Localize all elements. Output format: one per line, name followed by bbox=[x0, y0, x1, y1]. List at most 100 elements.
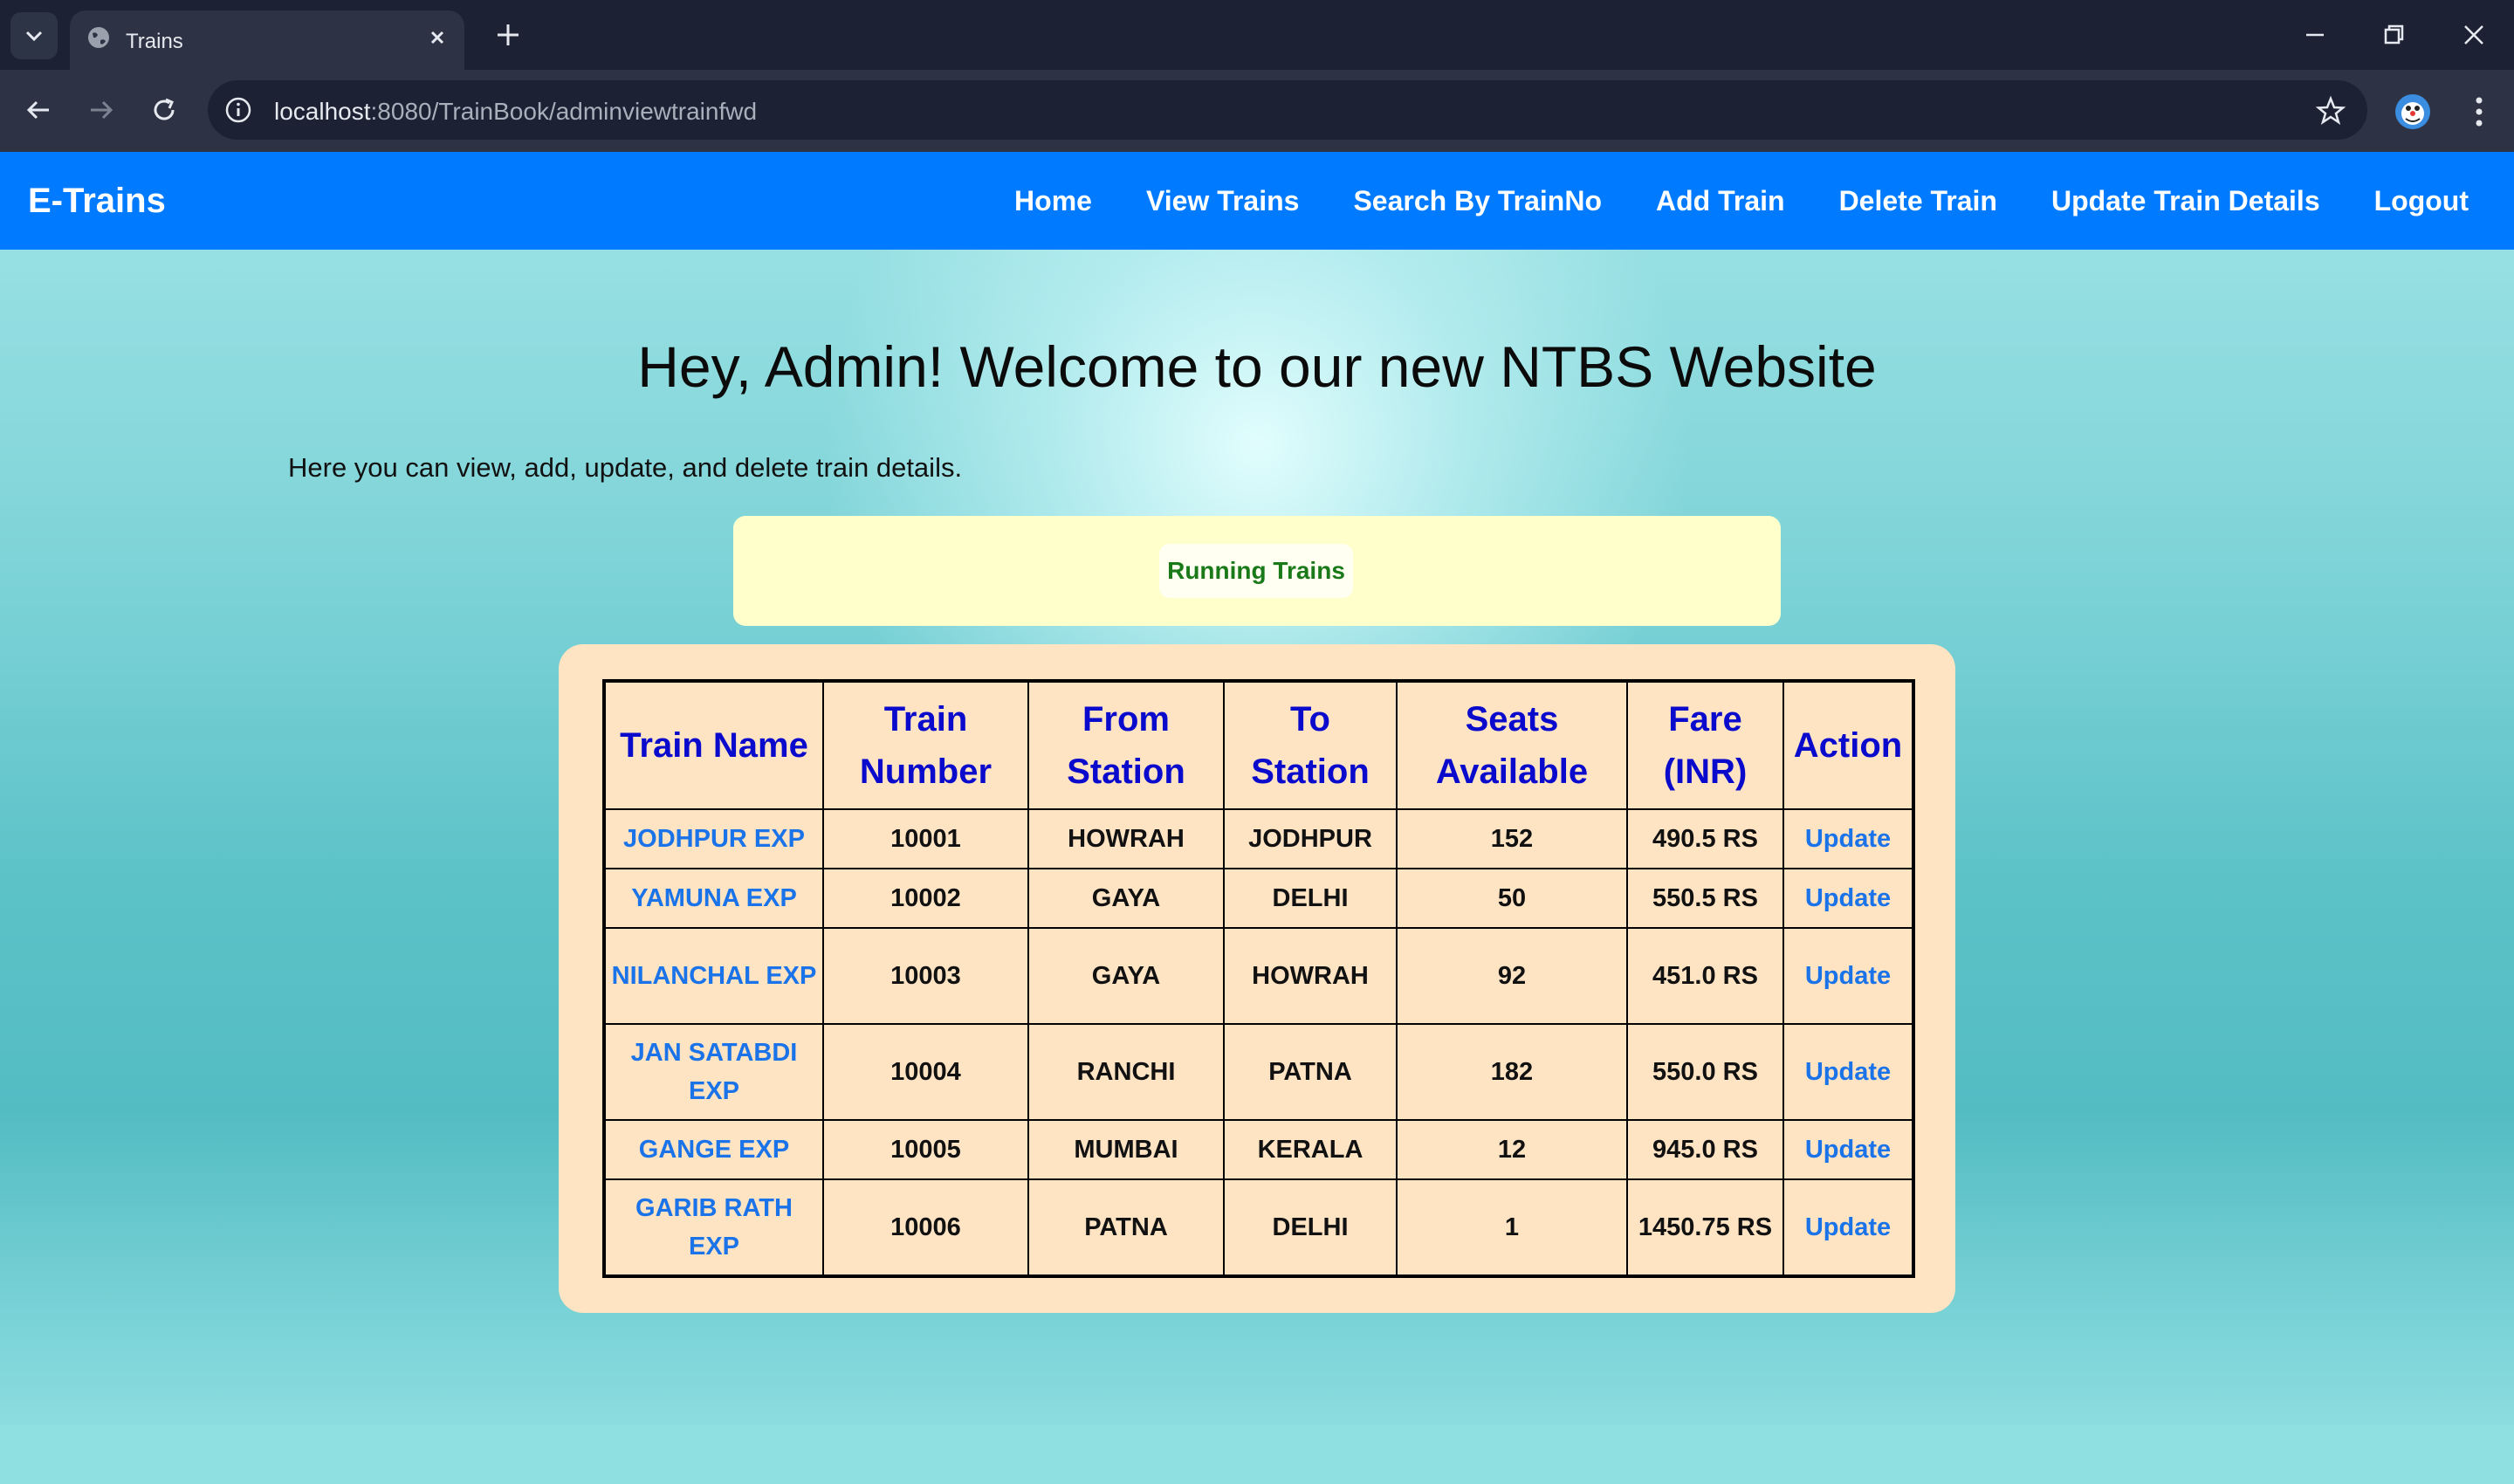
nav-links: Home View Trains Search By TrainNo Add T… bbox=[1014, 152, 2469, 250]
header-seats-available: Seats Available bbox=[1396, 680, 1628, 810]
update-link[interactable]: Update bbox=[1805, 884, 1891, 912]
site-info-icon[interactable] bbox=[223, 95, 253, 125]
cell-fare: 550.5 RS bbox=[1626, 868, 1784, 929]
intro-text: Here you can view, add, update, and dele… bbox=[288, 452, 963, 483]
page-title: Hey, Admin! Welcome to our new NTBS Webs… bbox=[637, 334, 1877, 399]
table-row: GARIB RATH EXP 10006 PATNA DELHI 1 1450.… bbox=[603, 1178, 1914, 1277]
globe-icon bbox=[88, 27, 109, 48]
cell-train-number: 10004 bbox=[822, 1023, 1029, 1121]
window-close-icon[interactable] bbox=[2456, 17, 2491, 52]
nav-delete-train[interactable]: Delete Train bbox=[1839, 185, 1997, 217]
cell-train-name: GARIB RATH EXP bbox=[603, 1178, 824, 1277]
cell-from-station: GAYA bbox=[1027, 868, 1225, 929]
restore-icon[interactable] bbox=[2376, 17, 2411, 52]
header-from-station: From Station bbox=[1027, 680, 1225, 810]
header-train-name: Train Name bbox=[603, 680, 824, 810]
forward-arrow-icon[interactable] bbox=[84, 93, 119, 127]
table-row: YAMUNA EXP 10002 GAYA DELHI 50 550.5 RS … bbox=[603, 868, 1914, 929]
site-navbar: E-Trains Home View Trains Search By Trai… bbox=[0, 152, 2514, 250]
cell-seats: 92 bbox=[1396, 927, 1628, 1025]
header-fare: Fare (INR) bbox=[1626, 680, 1784, 810]
header-action: Action bbox=[1782, 680, 1914, 810]
cell-from-station: PATNA bbox=[1027, 1178, 1225, 1277]
cell-from-station: HOWRAH bbox=[1027, 808, 1225, 869]
url-text: localhost:8080/TrainBook/adminviewtrainf… bbox=[274, 98, 758, 125]
cell-action: Update bbox=[1782, 1119, 1914, 1180]
page-bottom-band bbox=[0, 1425, 2514, 1484]
cell-action: Update bbox=[1782, 927, 1914, 1025]
cell-fare: 945.0 RS bbox=[1626, 1119, 1784, 1180]
profile-avatar-icon[interactable] bbox=[2394, 93, 2432, 131]
cell-fare: 451.0 RS bbox=[1626, 927, 1784, 1025]
cell-action: Update bbox=[1782, 1178, 1914, 1277]
browser-toolbar: localhost:8080/TrainBook/adminviewtrainf… bbox=[0, 70, 2514, 152]
new-tab-plus-icon[interactable] bbox=[492, 19, 524, 51]
update-link[interactable]: Update bbox=[1805, 962, 1891, 990]
bookmark-star-icon[interactable] bbox=[2315, 95, 2346, 127]
table-header-row: Train Name Train Number From Station To Sta… bbox=[603, 680, 1914, 810]
update-link[interactable]: Update bbox=[1805, 1213, 1891, 1241]
cell-from-station: RANCHI bbox=[1027, 1023, 1225, 1121]
nav-view-trains[interactable]: View Trains bbox=[1146, 185, 1300, 217]
cell-action: Update bbox=[1782, 1023, 1914, 1121]
table-row: JAN SATABDI EXP 10004 RANCHI PATNA 182 5… bbox=[603, 1023, 1914, 1121]
table-row: NILANCHAL EXP 10003 GAYA HOWRAH 92 451.0… bbox=[603, 927, 1914, 1025]
nav-home[interactable]: Home bbox=[1014, 185, 1092, 217]
cell-to-station: DELHI bbox=[1223, 868, 1398, 929]
update-link[interactable]: Update bbox=[1805, 825, 1891, 853]
cell-train-number: 10002 bbox=[822, 868, 1029, 929]
cell-action: Update bbox=[1782, 868, 1914, 929]
cell-fare: 490.5 RS bbox=[1626, 808, 1784, 869]
cell-train-number: 10006 bbox=[822, 1178, 1029, 1277]
cell-train-name: NILANCHAL EXP bbox=[603, 927, 824, 1025]
cell-from-station: GAYA bbox=[1027, 927, 1225, 1025]
cell-seats: 1 bbox=[1396, 1178, 1628, 1277]
close-icon[interactable] bbox=[424, 24, 450, 51]
cell-fare: 550.0 RS bbox=[1626, 1023, 1784, 1121]
cell-seats: 152 bbox=[1396, 808, 1628, 869]
browser-menu-icon[interactable] bbox=[2462, 93, 2497, 131]
minimize-icon[interactable] bbox=[2298, 17, 2332, 52]
back-arrow-icon[interactable] bbox=[21, 93, 56, 127]
cell-train-name: JODHPUR EXP bbox=[603, 808, 824, 869]
table-row: GANGE EXP 10005 MUMBAI KERALA 12 945.0 R… bbox=[603, 1119, 1914, 1180]
cell-seats: 50 bbox=[1396, 868, 1628, 929]
nav-logout[interactable]: Logout bbox=[2374, 185, 2469, 217]
update-link[interactable]: Update bbox=[1805, 1136, 1891, 1164]
browser-tab[interactable]: Trains bbox=[70, 10, 464, 70]
cell-train-number: 10003 bbox=[822, 927, 1029, 1025]
table-row: JODHPUR EXP 10001 HOWRAH JODHPUR 152 490… bbox=[603, 808, 1914, 869]
reload-icon[interactable] bbox=[147, 93, 182, 127]
running-trains-label: Running Trains bbox=[1159, 544, 1353, 598]
header-train-number: Train Number bbox=[822, 680, 1029, 810]
cell-fare: 1450.75 RS bbox=[1626, 1178, 1784, 1277]
trains-table-card: Train Name Train Number From Station To Sta… bbox=[559, 644, 1955, 1313]
cell-to-station: PATNA bbox=[1223, 1023, 1398, 1121]
cell-train-number: 10005 bbox=[822, 1119, 1029, 1180]
cell-train-number: 10001 bbox=[822, 808, 1029, 869]
cell-train-name: GANGE EXP bbox=[603, 1119, 824, 1180]
tab-title: Trains bbox=[126, 30, 183, 53]
cell-seats: 182 bbox=[1396, 1023, 1628, 1121]
cell-seats: 12 bbox=[1396, 1119, 1628, 1180]
tab-search-chevron-icon[interactable] bbox=[10, 12, 58, 59]
cell-to-station: JODHPUR bbox=[1223, 808, 1398, 869]
cell-train-name: JAN SATABDI EXP bbox=[603, 1023, 824, 1121]
browser-tabstrip: Trains bbox=[0, 0, 2514, 70]
cell-train-name: YAMUNA EXP bbox=[603, 868, 824, 929]
page-content: E-Trains Home View Trains Search By Trai… bbox=[0, 152, 2514, 1484]
cell-action: Update bbox=[1782, 808, 1914, 869]
address-bar[interactable]: localhost:8080/TrainBook/adminviewtrainf… bbox=[208, 80, 2367, 140]
cell-to-station: DELHI bbox=[1223, 1178, 1398, 1277]
header-to-station: To Station bbox=[1223, 680, 1398, 810]
running-trains-banner: Running Trains bbox=[733, 516, 1781, 626]
cell-to-station: KERALA bbox=[1223, 1119, 1398, 1180]
nav-search-by-trainno[interactable]: Search By TrainNo bbox=[1353, 185, 1602, 217]
trains-table: Train Name Train Number From Station To Sta… bbox=[602, 679, 1915, 1278]
cell-from-station: MUMBAI bbox=[1027, 1119, 1225, 1180]
cell-to-station: HOWRAH bbox=[1223, 927, 1398, 1025]
nav-update-train-details[interactable]: Update Train Details bbox=[2051, 185, 2320, 217]
brand-logo-link[interactable]: E-Trains bbox=[28, 182, 166, 221]
update-link[interactable]: Update bbox=[1805, 1058, 1891, 1086]
nav-add-train[interactable]: Add Train bbox=[1656, 185, 1785, 217]
